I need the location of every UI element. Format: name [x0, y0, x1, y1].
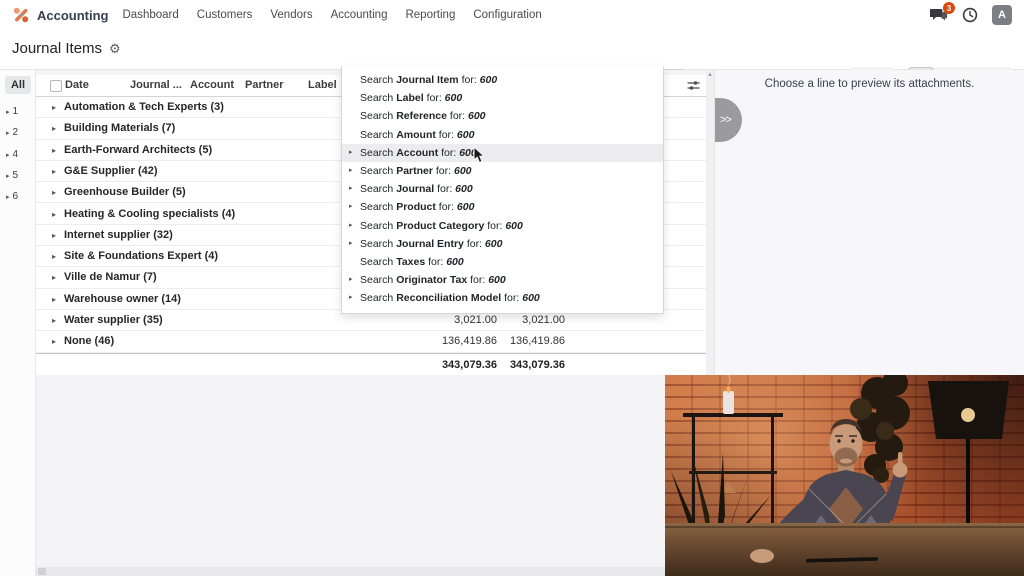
line-expander[interactable]: ▸ 4 [6, 149, 18, 160]
shelf [683, 413, 783, 527]
dropdown-item-taxes[interactable]: Search Taxes for: 600 [342, 253, 663, 271]
expand-panel-button[interactable]: >> [715, 98, 742, 142]
expand-caret-icon: ▸ [52, 188, 57, 198]
total-credit: 343,079.36 [509, 358, 565, 371]
total-debit: 343,079.36 [441, 358, 497, 371]
expand-caret-icon: ▸ [52, 337, 57, 347]
select-all-checkbox[interactable] [50, 80, 62, 92]
caret-icon: ▸ [6, 108, 10, 116]
col-header-journal[interactable]: Journal ... [130, 79, 182, 91]
dropdown-item-product[interactable]: ▸ Search Product for: 600 [342, 198, 663, 216]
expand-caret-icon: ▸ [52, 252, 57, 262]
total-row: 343,079.36 343,079.36 [36, 352, 706, 375]
top-navbar: Accounting Dashboard Customers Vendors A… [0, 0, 1024, 30]
accounting-app-icon [13, 7, 29, 23]
control-panel: Journal Items ⚙ Posted ✕ [0, 30, 1024, 93]
floor-lamp [928, 381, 1009, 534]
select-all-lines[interactable]: All [5, 76, 31, 94]
scroll-up-icon: ▲ [707, 72, 713, 78]
nav-item-reporting[interactable]: Reporting [405, 9, 455, 21]
dropdown-item-partner[interactable]: ▸ Search Partner for: 600 [342, 162, 663, 180]
caret-icon: ▸ [6, 172, 10, 180]
col-header-label[interactable]: Label [308, 79, 337, 91]
app-title: Accounting [37, 7, 109, 23]
expand-caret-icon: ▸ [52, 316, 57, 325]
dropdown-item-product-category[interactable]: ▸ Search Product Category for: 600 [342, 217, 663, 235]
caret-icon: ▸ [6, 129, 10, 137]
col-header-date[interactable]: Date [65, 79, 89, 91]
unread-badge: 3 [943, 2, 955, 14]
expand-caret-icon: ▸ [52, 230, 57, 240]
search-dropdown: Search Journal Item for: 600 Search Labe… [341, 66, 664, 315]
expand-caret-icon: ▸ [52, 273, 57, 283]
nav-item-customers[interactable]: Customers [197, 9, 253, 21]
line-expander[interactable]: ▸ 1 [6, 106, 18, 117]
mouse-cursor [473, 146, 486, 164]
line-expander[interactable]: ▸ 2 [6, 127, 18, 138]
attachment-hint: Choose a line to preview its attachments… [764, 78, 975, 90]
nav-item-accounting[interactable]: Accounting [331, 9, 388, 21]
dropdown-item-journal[interactable]: ▸ Search Journal for: 600 [342, 180, 663, 198]
activities-clock-icon[interactable] [962, 7, 978, 23]
line-number-strip: All ▸ 1 ▸ 2 ▸ 4 ▸ 5 ▸ 6 [0, 70, 36, 576]
dropdown-item-label[interactable]: Search Label for: 600 [342, 89, 663, 107]
dropdown-item-amount[interactable]: Search Amount for: 600 [342, 126, 663, 144]
presenter-video-overlay[interactable] [665, 375, 1024, 576]
caret-icon: ▸ [6, 151, 10, 159]
expand-caret-icon: ▸ [52, 124, 57, 134]
app-brand[interactable]: Accounting [12, 6, 109, 24]
user-avatar[interactable]: A [992, 5, 1012, 25]
expand-caret-icon: ▸ [52, 103, 57, 112]
video-scene [665, 375, 1024, 576]
expand-caret-icon: ▸ [52, 209, 57, 219]
desk [665, 523, 1024, 576]
dropdown-item-journal-entry[interactable]: ▸ Search Journal Entry for: 600 [342, 235, 663, 253]
caret-icon: ▸ [6, 193, 10, 201]
dropdown-item-reconciliation-model[interactable]: ▸ Search Reconciliation Model for: 600 [342, 289, 663, 307]
horizontal-scrollbar[interactable] [36, 567, 706, 576]
dropdown-item-originator-tax[interactable]: ▸ Search Originator Tax for: 600 [342, 271, 663, 289]
nav-item-dashboard[interactable]: Dashboard [123, 9, 179, 21]
nav-item-configuration[interactable]: Configuration [473, 9, 541, 21]
main-menu: Dashboard Customers Vendors Accounting R… [123, 9, 542, 21]
page-title: Journal Items [12, 40, 103, 57]
page: Accounting Dashboard Customers Vendors A… [0, 0, 1024, 576]
expand-caret-icon: ▸ [52, 294, 57, 304]
line-expander[interactable]: ▸ 5 [6, 170, 18, 181]
expand-caret-icon: ▸ [52, 166, 57, 176]
candle [723, 375, 734, 414]
optional-columns-icon[interactable] [687, 80, 700, 94]
expand-caret-icon: ▸ [52, 145, 57, 155]
messages-button[interactable]: 3 [929, 2, 955, 23]
dropdown-item-account[interactable]: ▸ Search Account for: 600 [342, 143, 663, 162]
navbar-systray: 3 A [929, 2, 1012, 25]
dropdown-item-reference[interactable]: Search Reference for: 600 [342, 107, 663, 125]
nav-item-vendors[interactable]: Vendors [270, 9, 312, 21]
col-header-partner[interactable]: Partner [245, 79, 284, 91]
action-gear-icon[interactable]: ⚙ [109, 41, 121, 57]
col-header-account[interactable]: Account [190, 79, 234, 91]
dropdown-item-journal-item[interactable]: Search Journal Item for: 600 [342, 71, 663, 89]
line-expander[interactable]: ▸ 6 [6, 191, 18, 202]
group-row[interactable]: ▸ None (46) 136,419.86 136,419.86 [36, 331, 706, 353]
